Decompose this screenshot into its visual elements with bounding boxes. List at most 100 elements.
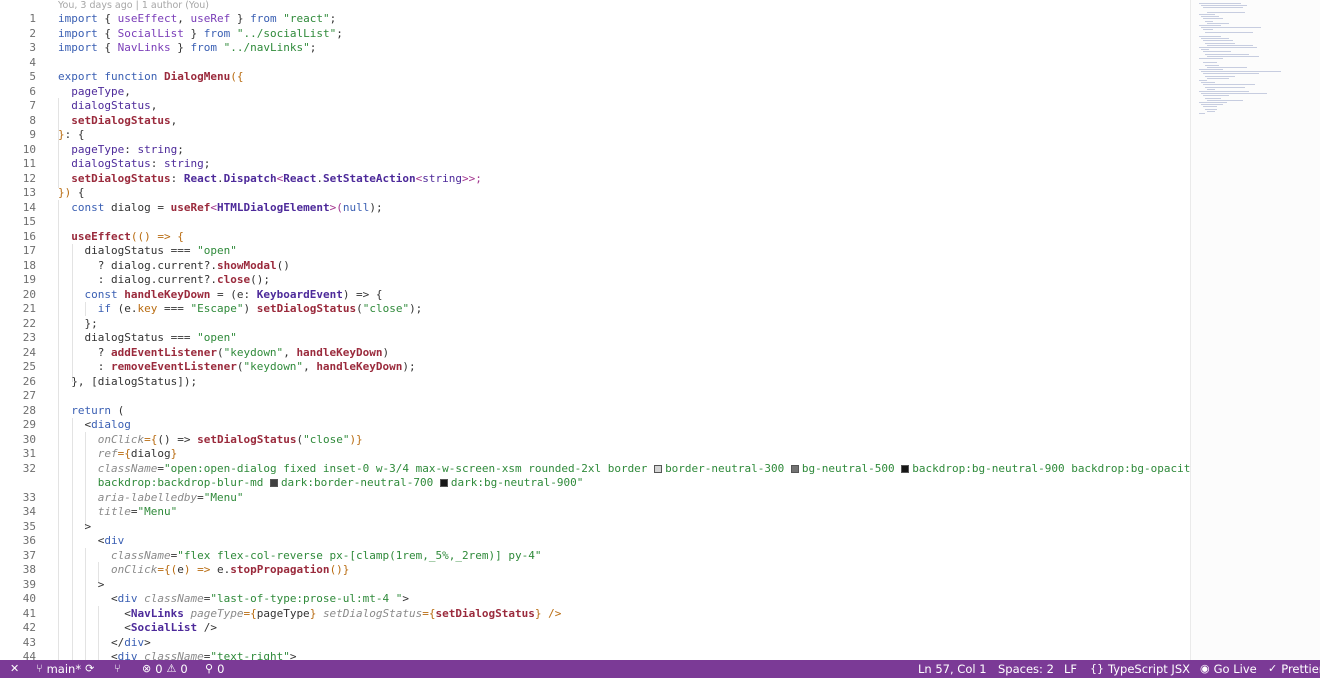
color-swatch[interactable] [439,479,448,487]
code-line: 23 dialogStatus === "open" [0,331,1190,346]
prettier-button[interactable]: ✓ Prettier [1268,660,1320,678]
minimap-line [1199,69,1223,70]
broadcast-icon: ◉ [1200,662,1210,675]
minimap-line [1205,97,1221,99]
minimap-line [1199,36,1221,37]
line-number: 10 [22,142,36,156]
sync-icon: ⟳ [85,662,95,675]
git-graph-button[interactable]: ⑂ [114,660,121,678]
warning-count: 0 [180,662,188,676]
minimap-line [1201,5,1247,7]
code-line: 10 pageType: string; [0,143,1190,158]
git-graph-icon: ⑂ [114,662,121,675]
minimap-line [1205,20,1213,22]
code-line: 16 useEffect(() => { [0,230,1190,245]
minimap-line [1199,113,1205,114]
minimap-line [1203,62,1217,64]
remote-button[interactable]: ✕ [10,660,19,678]
code-line-wrap: backdrop:backdrop-blur-md dark:border-ne… [97,476,584,489]
code-line: 9}: { [0,128,1190,143]
line-number: 41 [22,606,36,620]
minimap-line [1207,22,1229,24]
ports-count: 0 [217,662,225,676]
line-number: 32 [22,461,36,475]
code-line: 8 setDialogStatus, [0,114,1190,129]
language-mode-button[interactable]: {} TypeScript JSX [1090,660,1190,678]
code-line: 12 setDialogStatus: React.Dispatch<React… [0,172,1190,187]
minimap-line [1199,14,1215,15]
minimap-line [1203,84,1255,86]
code-line: 43 </div> [0,636,1190,651]
line-number: 12 [22,171,36,185]
minimap-line [1199,80,1207,81]
minimap-line [1207,88,1215,90]
line-number: 17 [22,244,36,257]
code-line: 19 : dialog.current?.close(); [0,273,1190,288]
line-number: 14 [22,200,36,214]
minimap-line [1201,16,1219,18]
minimap-line [1205,64,1219,66]
code-line: 27 [0,389,1190,404]
code-editor[interactable]: You, 3 days ago | 1 author (You) 1 import… [0,0,1190,660]
code-line: 32 className="open:open-dialog fixed ins… [0,462,1190,477]
line-number: 38 [22,563,36,576]
minimap-line [1201,27,1261,29]
code-line: 11 dialogStatus: string; [0,157,1190,172]
line-number: 35 [22,519,36,533]
code-line: 6 pageType, [0,85,1190,100]
go-live-button[interactable]: ◉ Go Live [1200,660,1257,678]
minimap-line [1207,44,1253,46]
minimap[interactable] [1190,0,1320,660]
eol-button[interactable]: LF [1064,660,1077,678]
minimap-line [1201,71,1281,73]
minimap-line [1203,29,1213,31]
line-number: 18 [22,258,36,272]
line-number: 31 [22,447,36,460]
warning-icon: ⚠ [166,662,177,675]
ports-button[interactable]: ⚲ 0 [205,660,224,678]
line-number: 19 [22,273,36,286]
indentation-button[interactable]: Spaces: 2 [998,660,1054,678]
line-number: 11 [22,157,36,170]
line-number: 23 [22,331,36,344]
line-number: 16 [22,229,36,243]
code-line: 31 ref={dialog} [0,447,1190,462]
branch-button[interactable]: ⑂ main* ⟳ [36,660,94,678]
code-line: 44 <div className="text-right"> [0,650,1190,660]
color-swatch[interactable] [269,479,278,487]
line-number: 36 [22,534,36,547]
code-line: 14 const dialog = useRef<HTMLDialogEleme… [0,201,1190,216]
color-swatch[interactable] [901,464,910,473]
color-swatch[interactable] [654,464,663,473]
line-number: 15 [22,215,36,228]
problems-button[interactable]: ⊗ 0 ⚠ 0 [142,660,188,678]
line-number: 29 [22,418,36,431]
minimap-line [1205,31,1253,33]
line-number: 26 [22,374,36,388]
line-number: 25 [22,360,36,373]
braces-icon: {} [1090,662,1104,675]
line-number: 13 [22,186,36,199]
line-number: 21 [22,302,36,315]
color-swatch[interactable] [790,464,799,473]
code-line: 3 import { NavLinks } from "../navLinks"; [0,41,1190,56]
code-line: 5 export function DialogMenu({ [0,70,1190,85]
cursor-position[interactable]: Ln 57, Col 1 [918,660,987,678]
code-line: 2 import { SocialList } from "../socialLi… [0,27,1190,42]
code-line: 40 <div className="last-of-type:prose-ul… [0,592,1190,607]
branch-icon: ⑂ [36,662,43,675]
code-line: 22 }; [0,317,1190,332]
code-line: 29 <dialog [0,418,1190,433]
code-line: 34 title="Menu" [0,505,1190,520]
minimap-line [1201,104,1223,106]
code-line: 38 onClick={(e) => e.stopPropagation()} [0,563,1190,578]
minimap-line [1203,73,1259,75]
line-number: 6 [29,84,36,98]
line-number: 27 [22,389,36,402]
code-line: 1 import { useEffect, useRef } from "reac… [0,12,1190,27]
line-number: 9 [29,128,36,141]
code-line: 21 if (e.key === "Escape") setDialogStat… [0,302,1190,317]
code-line: 37 className="flex flex-col-reverse px-[… [0,549,1190,564]
line-number: 1 [29,12,36,25]
code-line: 41 <NavLinks pageType={pageType} setDial… [0,607,1190,622]
